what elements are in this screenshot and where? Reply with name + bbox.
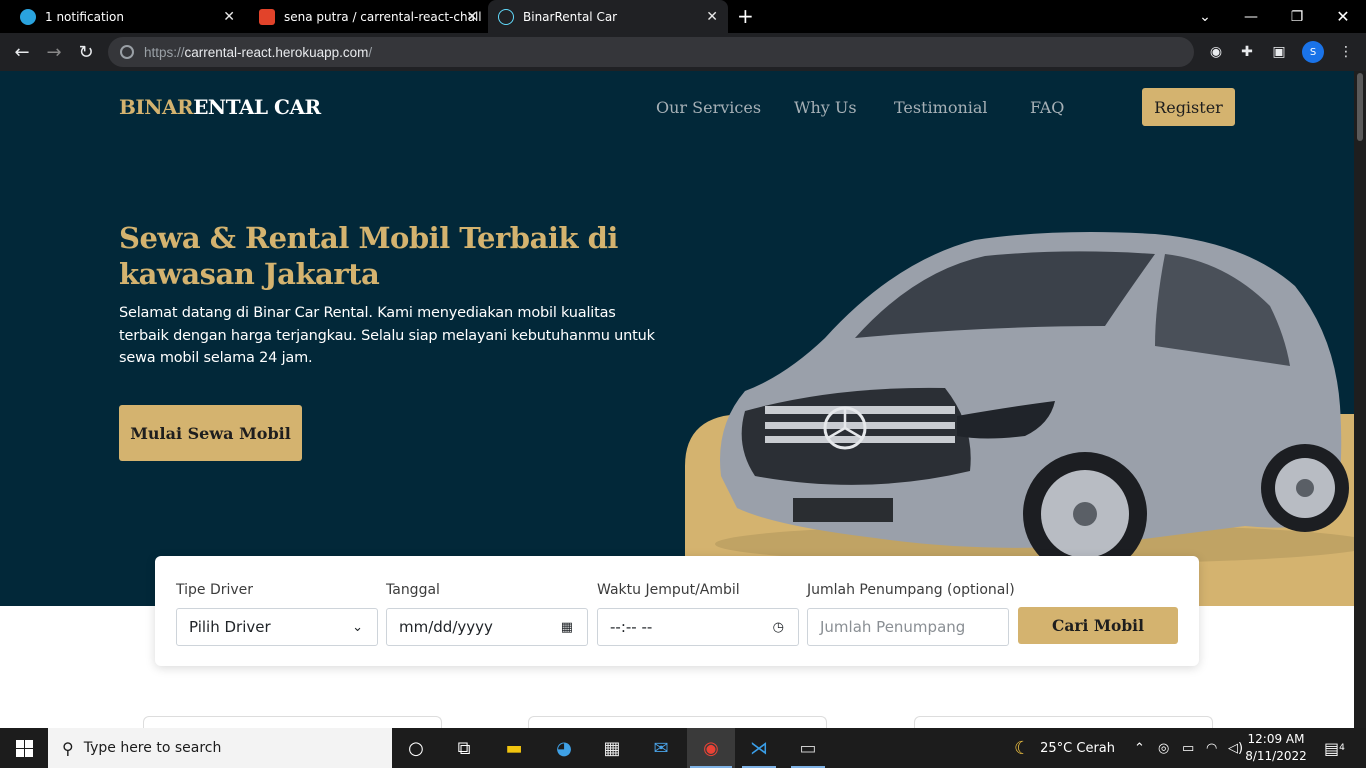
calendar-icon[interactable]: ▦	[561, 620, 573, 635]
date-label: Tanggal	[386, 582, 440, 598]
nav-faq[interactable]: FAQ	[1030, 98, 1064, 117]
react-icon	[498, 8, 514, 25]
tab-telegram[interactable]: 1 notification ✕	[0, 0, 245, 33]
vscode-icon[interactable]: ⋊	[745, 734, 773, 762]
start-button[interactable]	[0, 728, 48, 768]
terminal-icon[interactable]: ▭	[794, 734, 822, 762]
task-view-icon[interactable]: ⧉	[450, 734, 478, 762]
new-tab-button[interactable]: +	[737, 4, 754, 28]
system-clock[interactable]: 12:09 AM 8/11/2022	[1245, 731, 1307, 765]
meet-now-icon[interactable]: ◎	[1158, 728, 1169, 768]
back-arrow-icon[interactable]: ←	[11, 41, 33, 63]
chevron-down-icon: ⌄	[352, 619, 363, 635]
service-card	[528, 716, 827, 728]
gitlab-icon	[259, 8, 275, 25]
file-explorer-icon[interactable]: ▬	[500, 734, 528, 762]
notification-center-icon[interactable]: ▤ 4	[1324, 728, 1345, 768]
minimize-button[interactable]: —	[1228, 0, 1274, 33]
hero-section: BINARENTAL CAR Our Services Why Us Testi…	[0, 71, 1354, 606]
tab-gitlab[interactable]: sena putra / carrental-react-chall ✕	[245, 0, 488, 33]
close-window-button[interactable]: ✕	[1320, 0, 1366, 33]
driver-type-label: Tipe Driver	[176, 582, 254, 598]
extensions-puzzle-icon[interactable]: ✚	[1237, 42, 1257, 62]
close-icon[interactable]: ✕	[466, 9, 478, 25]
driver-type-select[interactable]: Pilih Driver ⌄	[176, 608, 378, 646]
cortana-icon[interactable]: ○	[402, 734, 430, 762]
scrollbar-thumb[interactable]	[1357, 73, 1363, 141]
hero-car-image	[685, 226, 1354, 606]
edge-icon[interactable]: ◕	[550, 734, 578, 762]
tab-search-icon[interactable]: ⌄	[1182, 0, 1228, 33]
address-bar[interactable]: https://carrental-react.herokuapp.com/	[108, 37, 1194, 67]
mail-icon[interactable]: ✉	[647, 734, 675, 762]
side-panel-icon[interactable]: ▣	[1269, 42, 1289, 62]
hero-title: Sewa & Rental Mobil Terbaik di kawasan J…	[119, 221, 618, 291]
browser-toolbar: ← → ↻ https://carrental-react.herokuapp.…	[0, 33, 1366, 71]
hero-description: Selamat datang di Binar Car Rental. Kami…	[119, 305, 655, 366]
service-card	[914, 716, 1213, 728]
tab-binarrental[interactable]: BinarRental Car ✕	[488, 0, 728, 33]
tab-label: BinarRental Car	[523, 9, 618, 24]
moon-weather-icon: ☾	[1014, 737, 1031, 759]
register-button[interactable]: Register	[1142, 88, 1235, 126]
nav-testimonial[interactable]: Testimonial	[894, 98, 988, 117]
date-input[interactable]: mm/dd/yyyy ▦	[386, 608, 588, 646]
camera-icon[interactable]: ◉	[1206, 42, 1226, 62]
weather-widget[interactable]: ☾ 25°C Cerah	[1014, 728, 1115, 768]
chrome-icon[interactable]: ◉	[697, 734, 725, 762]
passenger-count-label: Jumlah Penumpang (optional)	[807, 582, 1015, 598]
nav-why-us[interactable]: Why Us	[794, 98, 857, 117]
forward-arrow-icon[interactable]: →	[43, 41, 65, 63]
telegram-icon	[20, 8, 36, 25]
search-icon: ⚲	[62, 738, 74, 758]
pickup-time-label: Waktu Jemput/Ambil	[597, 582, 740, 598]
windows-logo-icon	[15, 739, 33, 757]
store-icon[interactable]: ▦	[598, 734, 626, 762]
close-icon[interactable]: ✕	[706, 9, 718, 25]
windows-taskbar: ⚲ Type here to search ○ ⧉ ▬ ◕ ▦ ✉ ◉ ⋊ ▭ …	[0, 728, 1366, 768]
nav-our-services[interactable]: Our Services	[656, 98, 761, 117]
car-search-form: Tipe Driver Pilih Driver ⌄ Tanggal mm/dd…	[155, 556, 1199, 666]
site-info-icon[interactable]	[120, 45, 134, 59]
url-text: https://carrental-react.herokuapp.com/	[144, 44, 373, 60]
search-car-button[interactable]: Cari Mobil	[1018, 607, 1178, 644]
tab-label: 1 notification	[45, 9, 124, 24]
web-page: BINARENTAL CAR Our Services Why Us Testi…	[0, 71, 1354, 728]
start-rental-button[interactable]: Mulai Sewa Mobil	[119, 405, 302, 461]
reload-icon[interactable]: ↻	[75, 41, 97, 63]
browser-tab-bar: 1 notification ✕ sena putra / carrental-…	[0, 0, 1366, 33]
service-card	[143, 716, 442, 728]
restore-button[interactable]: ❐	[1274, 0, 1320, 33]
brand-logo[interactable]: BINARENTAL CAR	[119, 95, 321, 119]
tab-label: sena putra / carrental-react-chall	[284, 9, 482, 24]
hidden-icons-chevron-icon[interactable]: ⌃	[1134, 728, 1145, 768]
page-scrollbar[interactable]	[1354, 71, 1366, 728]
wifi-icon[interactable]: ◠	[1206, 728, 1217, 768]
profile-avatar[interactable]: S	[1302, 41, 1324, 63]
passenger-count-input[interactable]: Jumlah Penumpang	[807, 608, 1009, 646]
battery-icon[interactable]: ▭	[1182, 728, 1194, 768]
close-icon[interactable]: ✕	[223, 9, 235, 25]
clock-icon[interactable]: ◷	[773, 620, 784, 635]
menu-kebab-icon[interactable]: ⋮	[1336, 42, 1356, 62]
taskbar-search-box[interactable]: ⚲ Type here to search	[48, 728, 392, 768]
pickup-time-input[interactable]: --:-- -- ◷	[597, 608, 799, 646]
volume-icon[interactable]: ◁)	[1228, 728, 1243, 768]
